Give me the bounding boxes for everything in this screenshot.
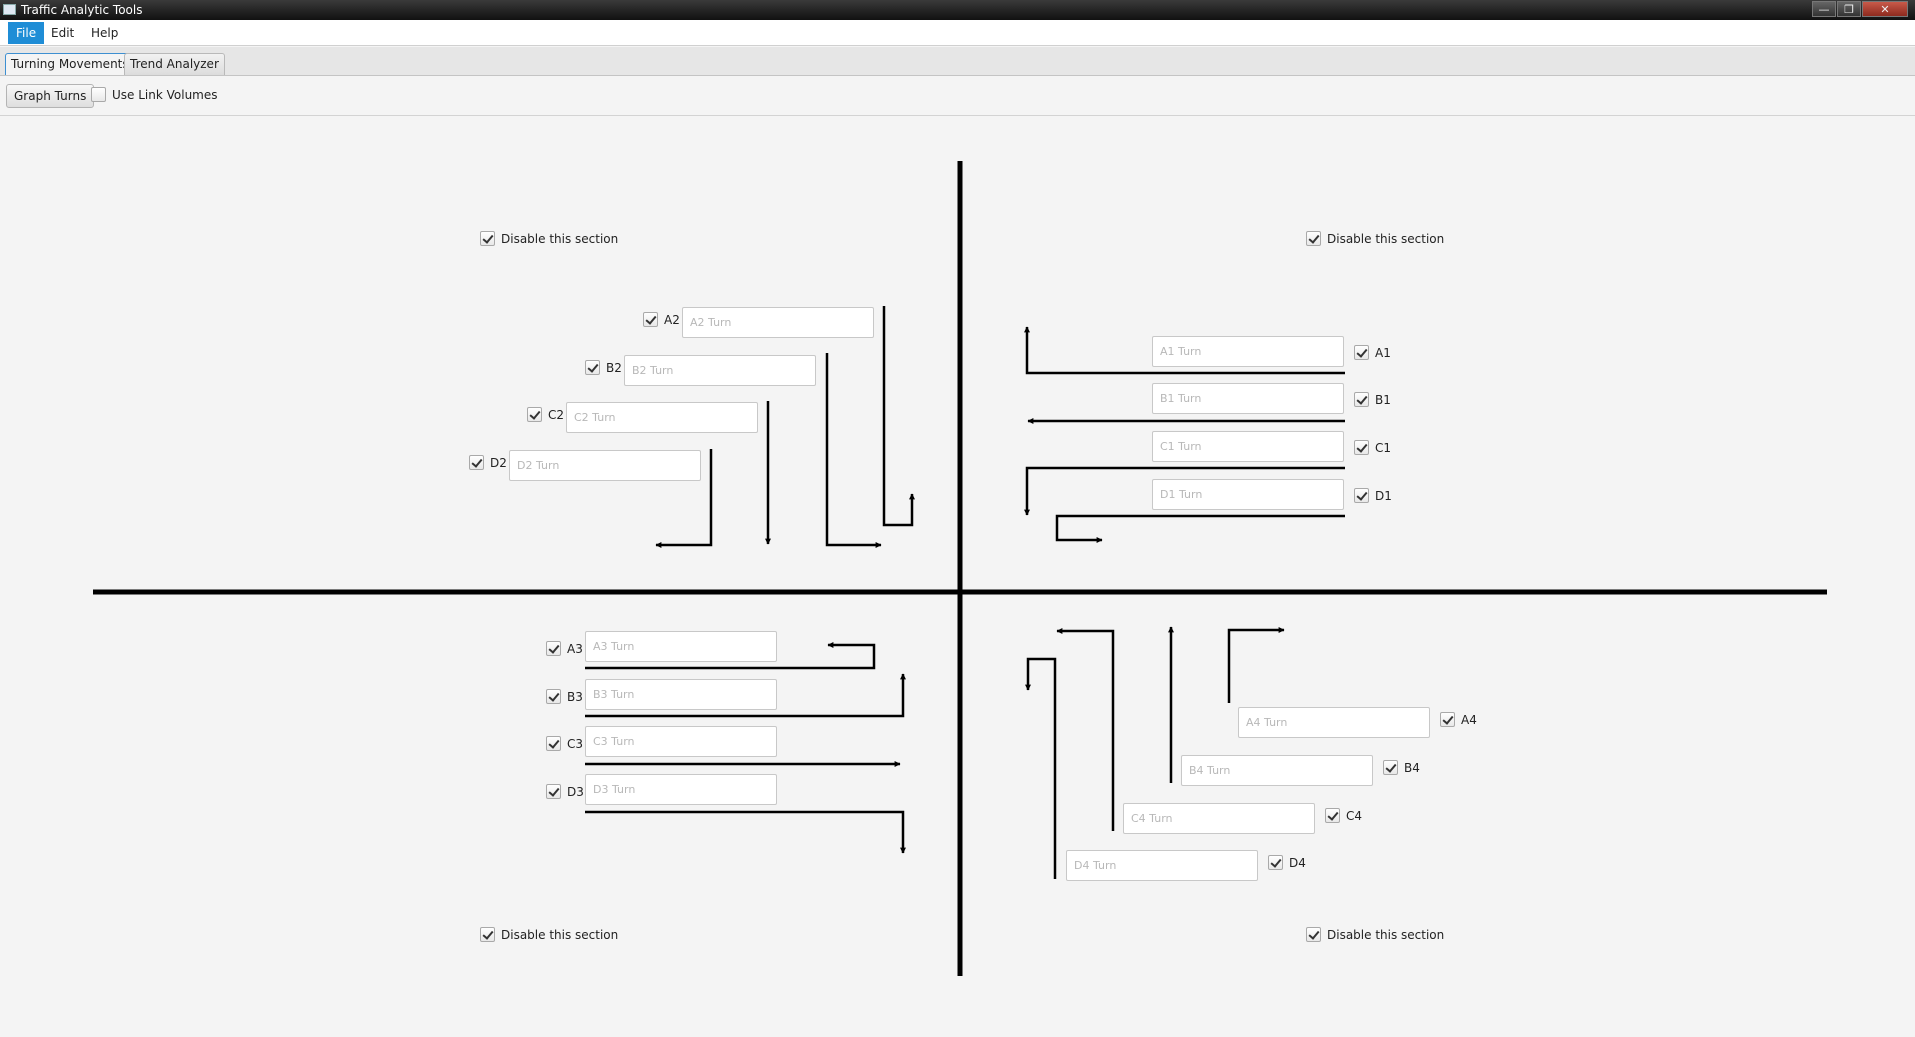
d2-label: D2 xyxy=(490,455,507,470)
b3-checkbox[interactable]: B3 xyxy=(546,689,583,704)
disable-section-top-right[interactable]: Disable this section xyxy=(1306,231,1444,246)
checkbox-box[interactable] xyxy=(480,927,495,942)
c4-label: C4 xyxy=(1346,808,1363,823)
b4-checkbox[interactable]: B4 xyxy=(1383,760,1420,775)
a3-checkbox[interactable]: A3 xyxy=(546,641,583,656)
intersection-diagram xyxy=(93,161,1827,976)
a2-checkbox[interactable]: A2 xyxy=(643,312,680,327)
a4-checkbox[interactable]: A4 xyxy=(1440,712,1477,727)
checkbox-box[interactable] xyxy=(480,231,495,246)
checkbox-box[interactable] xyxy=(1383,760,1398,775)
checkbox-box[interactable] xyxy=(527,407,542,422)
disable-section-bottom-left[interactable]: Disable this section xyxy=(480,927,618,942)
checkbox-box[interactable] xyxy=(546,641,561,656)
arrow-d3 xyxy=(585,810,906,854)
arrow-a2 xyxy=(882,306,915,527)
b4-turn-input[interactable] xyxy=(1181,755,1373,786)
c1-turn-input[interactable] xyxy=(1152,431,1344,462)
c1-checkbox[interactable]: C1 xyxy=(1354,440,1391,455)
b1-checkbox[interactable]: B1 xyxy=(1354,392,1391,407)
c2-checkbox[interactable]: C2 xyxy=(527,407,564,422)
arrow-b2 xyxy=(825,353,882,548)
c1-label: C1 xyxy=(1375,440,1392,455)
c3-label: C3 xyxy=(567,736,584,751)
arrow-c4 xyxy=(1056,628,1115,831)
c2-turn-input[interactable] xyxy=(566,402,758,433)
d4-label: D4 xyxy=(1289,855,1306,870)
d1-turn-input[interactable] xyxy=(1152,479,1344,510)
checkbox-box[interactable] xyxy=(585,360,600,375)
c2-label: C2 xyxy=(548,407,565,422)
b2-label: B2 xyxy=(606,360,622,375)
c3-checkbox[interactable]: C3 xyxy=(546,736,583,751)
checkbox-box[interactable] xyxy=(546,736,561,751)
c4-checkbox[interactable]: C4 xyxy=(1325,808,1362,823)
b2-checkbox[interactable]: B2 xyxy=(585,360,622,375)
a1-checkbox[interactable]: A1 xyxy=(1354,345,1391,360)
d4-turn-input[interactable] xyxy=(1066,850,1258,881)
checkbox-box[interactable] xyxy=(1440,712,1455,727)
checkbox-box[interactable] xyxy=(546,689,561,704)
b2-turn-input[interactable] xyxy=(624,355,816,386)
b4-label: B4 xyxy=(1404,760,1420,775)
a2-label: A2 xyxy=(664,312,680,327)
disable-section-bottom-right[interactable]: Disable this section xyxy=(1306,927,1444,942)
a4-label: A4 xyxy=(1461,712,1477,727)
a4-turn-input[interactable] xyxy=(1238,707,1430,738)
checkbox-box[interactable] xyxy=(1354,392,1369,407)
b3-turn-input[interactable] xyxy=(585,679,777,710)
d2-turn-input[interactable] xyxy=(509,450,701,481)
b1-turn-input[interactable] xyxy=(1152,383,1344,414)
d3-checkbox[interactable]: D3 xyxy=(546,784,584,799)
d4-checkbox[interactable]: D4 xyxy=(1268,855,1306,870)
checkbox-box[interactable] xyxy=(1354,488,1369,503)
a3-turn-input[interactable] xyxy=(585,631,777,662)
c4-turn-input[interactable] xyxy=(1123,803,1315,834)
a3-label: A3 xyxy=(567,641,583,656)
arrow-a4 xyxy=(1227,627,1285,703)
checkbox-box[interactable] xyxy=(1325,808,1340,823)
b3-label: B3 xyxy=(567,689,583,704)
disable-section-top-left[interactable]: Disable this section xyxy=(480,231,618,246)
disable-section-label: Disable this section xyxy=(1327,231,1445,246)
checkbox-box[interactable] xyxy=(643,312,658,327)
b1-label: B1 xyxy=(1375,392,1391,407)
d3-turn-input[interactable] xyxy=(585,774,777,805)
checkbox-box[interactable] xyxy=(546,784,561,799)
checkbox-box[interactable] xyxy=(1268,855,1283,870)
c3-turn-input[interactable] xyxy=(585,726,777,757)
d3-label: D3 xyxy=(567,784,584,799)
a1-label: A1 xyxy=(1375,345,1391,360)
disable-section-label: Disable this section xyxy=(1327,927,1445,942)
disable-section-label: Disable this section xyxy=(501,927,619,942)
d1-label: D1 xyxy=(1375,488,1392,503)
checkbox-box[interactable] xyxy=(1354,440,1369,455)
d2-checkbox[interactable]: D2 xyxy=(469,455,507,470)
checkbox-box[interactable] xyxy=(1306,927,1321,942)
d1-checkbox[interactable]: D1 xyxy=(1354,488,1392,503)
checkbox-box[interactable] xyxy=(1306,231,1321,246)
checkbox-box[interactable] xyxy=(1354,345,1369,360)
a1-turn-input[interactable] xyxy=(1152,336,1344,367)
a2-turn-input[interactable] xyxy=(682,307,874,338)
disable-section-label: Disable this section xyxy=(501,231,619,246)
arrow-d1 xyxy=(1055,514,1345,543)
checkbox-box[interactable] xyxy=(469,455,484,470)
arrow-d4 xyxy=(1025,657,1057,879)
